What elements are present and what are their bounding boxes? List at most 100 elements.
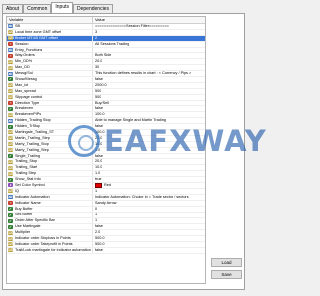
variable-name: Marty_Trailing_Step bbox=[15, 147, 49, 152]
variable-cell: ≡ Session bbox=[7, 41, 93, 47]
value-cell[interactable]: 500.0 bbox=[93, 236, 205, 241]
tab-common[interactable]: Common bbox=[23, 4, 52, 13]
variable-value: 500.0 bbox=[95, 241, 105, 246]
bool-type-icon: ✓ bbox=[8, 207, 13, 212]
variable-value: This function defines results in chart :… bbox=[95, 71, 192, 76]
value-cell[interactable]: 500 bbox=[93, 89, 205, 94]
tab-inputs[interactable]: Inputs bbox=[51, 2, 73, 13]
number-type-icon: 123 bbox=[8, 83, 14, 88]
variable-name: Martin_Trailing_Step bbox=[15, 135, 50, 140]
value-cell[interactable]: 500.0 bbox=[93, 242, 205, 247]
variable-name: Entry_Functions bbox=[15, 47, 43, 52]
variable-name: Max_spread bbox=[15, 88, 36, 93]
value-cell[interactable]: 1 bbox=[93, 218, 205, 223]
value-cell[interactable]: 20.0 bbox=[93, 136, 205, 141]
variable-cell: 123 Trail/Lock martingale for indicator a… bbox=[7, 247, 93, 253]
value-cell[interactable]: false bbox=[93, 154, 205, 159]
value-cell[interactable]: false bbox=[93, 77, 205, 82]
value-cell[interactable]: true bbox=[93, 177, 205, 182]
value-cell[interactable]: 10.0 bbox=[93, 165, 205, 170]
variable-value: false bbox=[95, 153, 104, 158]
variable-cell: ✓ Use Martingale bbox=[7, 224, 93, 230]
variable-name: Order After Specific Bar bbox=[15, 218, 55, 223]
variable-cell: 123 Trailing_Stop bbox=[7, 159, 93, 165]
variable-name: Buy Buffer bbox=[15, 206, 33, 211]
variable-name: Show_Stat Info bbox=[15, 177, 41, 182]
variable-cell: 123 Local time zone GMT offset bbox=[7, 29, 93, 35]
value-cell[interactable]: All Sessions Trading bbox=[93, 42, 205, 47]
value-cell[interactable]: 1.0 bbox=[93, 171, 205, 176]
variable-name: Max_lot bbox=[15, 82, 29, 87]
input-row[interactable]: 123 Trail/Lock martingale for indicator a… bbox=[7, 247, 205, 254]
variable-value: 10.0 bbox=[95, 165, 103, 170]
variable-name: Martingale_Trailing_ST bbox=[15, 130, 55, 134]
variable-cell: 123 Trailing Step bbox=[7, 171, 93, 177]
number-type-icon: 123 bbox=[8, 159, 14, 164]
variable-cell: 123 Trailing_Start bbox=[7, 165, 93, 171]
tab-about[interactable]: About bbox=[2, 4, 24, 13]
variable-name: Indicator Name bbox=[15, 200, 41, 205]
column-header-variable[interactable]: Variable bbox=[7, 17, 93, 23]
value-cell[interactable]: Indicator Automation: Choice In = Trade … bbox=[93, 195, 205, 200]
value-cell[interactable]: 2000.0 bbox=[93, 83, 205, 88]
string-type-icon: ab bbox=[8, 195, 13, 200]
value-cell[interactable]: Able to manage Single and Martin Trading bbox=[93, 118, 205, 123]
value-cell[interactable]: Sandy Arrow bbox=[93, 201, 205, 206]
enum-type-icon: ≡ bbox=[8, 201, 13, 206]
value-cell[interactable]: false bbox=[93, 124, 205, 129]
variable-value: 1 bbox=[95, 212, 98, 217]
column-header-value[interactable]: Value bbox=[93, 17, 205, 23]
variable-cell: ● Set Color Symbol bbox=[7, 183, 93, 188]
variable-value: Sandy Arrow bbox=[95, 200, 117, 205]
value-cell[interactable]: 2.0 bbox=[93, 230, 205, 235]
value-cell[interactable]: 1.0 bbox=[93, 148, 205, 153]
variable-value: false bbox=[95, 106, 104, 111]
value-cell[interactable] bbox=[93, 48, 205, 53]
variable-name: BreakevenPIPs bbox=[15, 112, 42, 117]
variable-value: Red bbox=[104, 183, 111, 187]
variable-value: 500 bbox=[95, 88, 102, 93]
value-cell[interactable]: Buy/Sell bbox=[93, 101, 205, 106]
variable-name: Trail/Lock martingale for indicator auto… bbox=[15, 247, 91, 252]
number-type-icon: 123 bbox=[8, 142, 14, 147]
load-button[interactable]: Load bbox=[211, 258, 242, 267]
value-cell[interactable]: false bbox=[93, 106, 205, 111]
value-cell[interactable]: 500 bbox=[93, 95, 205, 100]
value-cell[interactable]: 3 bbox=[93, 30, 205, 35]
variable-name: Slippage control bbox=[15, 94, 43, 99]
number-type-icon: 123 bbox=[8, 130, 14, 135]
grid-body: ab SB ==============Session Filter========… bbox=[7, 24, 205, 254]
variable-cell: ab Messg/Sol bbox=[7, 71, 93, 77]
value-cell[interactable]: Red bbox=[93, 183, 205, 188]
value-cell[interactable]: 100.0 bbox=[93, 130, 205, 135]
value-cell[interactable]: Both Side bbox=[93, 53, 205, 58]
variable-value: 100.0 bbox=[95, 130, 105, 134]
value-cell[interactable]: false bbox=[93, 248, 205, 253]
value-cell[interactable]: false bbox=[93, 224, 205, 229]
variable-name: Single_Trailing bbox=[15, 153, 40, 158]
number-type-icon: 123 bbox=[8, 165, 14, 170]
value-cell[interactable]: 10.0 bbox=[93, 142, 205, 147]
variable-name: Session bbox=[15, 41, 29, 46]
value-cell[interactable]: ==============Session Filter========= bbox=[93, 24, 205, 29]
save-button[interactable]: Save bbox=[211, 270, 242, 279]
variable-cell: 123 Max_spread bbox=[7, 88, 93, 94]
variable-cell: ✓ Show/Messg bbox=[7, 77, 93, 82]
tab-dependencies[interactable]: Dependencies bbox=[73, 4, 113, 13]
number-type-icon: 123 bbox=[8, 230, 14, 235]
value-cell[interactable]: 1 bbox=[93, 213, 205, 218]
variable-cell: ≡ Way.Orders bbox=[7, 53, 93, 59]
value-cell[interactable]: 2 bbox=[93, 36, 205, 41]
variable-cell: ✓ Show_Stat Info bbox=[7, 177, 93, 183]
bool-type-icon: ✓ bbox=[8, 106, 13, 111]
value-cell[interactable]: This function defines results in chart :… bbox=[93, 71, 205, 76]
value-cell[interactable]: 30 bbox=[93, 65, 205, 70]
value-cell[interactable]: 100.0 bbox=[93, 112, 205, 117]
variable-cell: 123 Broker MT4/5 GMT offset bbox=[7, 35, 93, 41]
value-cell[interactable]: 1 bbox=[93, 189, 205, 194]
number-type-icon: 123 bbox=[8, 59, 14, 64]
variable-value: 1 bbox=[95, 218, 98, 223]
value-cell[interactable]: 0 bbox=[93, 207, 205, 212]
value-cell[interactable]: 20.0 bbox=[93, 159, 205, 164]
value-cell[interactable]: 20.0 bbox=[93, 59, 205, 64]
